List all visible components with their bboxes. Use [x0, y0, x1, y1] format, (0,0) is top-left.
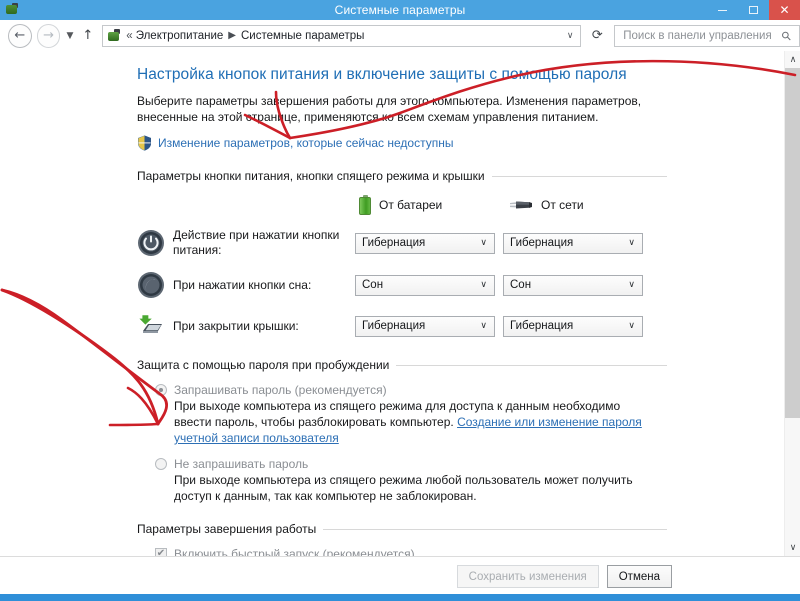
power-button-plugged-dropdown[interactable]: Гибернация ∨	[503, 232, 643, 254]
save-changes-button[interactable]: Сохранить изменения	[456, 565, 599, 588]
taskbar	[0, 594, 800, 601]
power-group-heading: Параметры кнопки питания, кнопки спящего…	[137, 169, 485, 183]
history-dropdown-button[interactable]: ▼	[66, 31, 73, 41]
lid-close-battery-dropdown[interactable]: Гибернация ∨	[355, 315, 495, 337]
cancel-button[interactable]: Отмена	[606, 565, 672, 588]
chevron-down-icon: ∨	[480, 280, 487, 290]
shutdown-group-heading: Параметры завершения работы	[137, 522, 317, 536]
battery-icon	[359, 195, 371, 215]
password-group-heading: Защита с помощью пароля при пробуждении	[137, 358, 390, 372]
column-header-battery-label: От батареи	[379, 198, 443, 212]
group-divider	[396, 364, 667, 366]
footer-buttons: Сохранить изменения Отмена	[456, 565, 672, 588]
search-box[interactable]: Поиск в панели управления ⚲	[614, 24, 800, 47]
power-setting-row: Действие при нажатии кнопки питания: Гиб…	[137, 228, 667, 258]
breadcrumb-item-0[interactable]: Электропитание	[136, 30, 224, 42]
power-options-icon	[4, 2, 20, 18]
chevron-down-icon: ∨	[480, 238, 487, 248]
uac-shield-icon	[137, 135, 152, 151]
require-password-label: Запрашивать пароль (рекомендуется)	[174, 383, 387, 397]
window-title: Системные параметры	[334, 3, 466, 17]
dropdown-value: Сон	[510, 279, 532, 291]
power-setting-row: При закрытии крышки: Гибернация ∨ Гиберн…	[137, 312, 667, 340]
window-title-bar[interactable]: Системные параметры ✕	[0, 0, 800, 20]
close-button[interactable]: ✕	[769, 0, 800, 20]
dropdown-value: Гибернация	[362, 237, 426, 249]
forward-button[interactable]: →	[36, 23, 61, 48]
no-password-description: При выходе компьютера из спящего режима …	[174, 473, 633, 503]
refresh-icon[interactable]: ⟳	[589, 28, 605, 43]
power-column-headers: От батареи От сети	[137, 195, 667, 215]
power-button-settings-group: Параметры кнопки питания, кнопки спящего…	[137, 169, 667, 340]
chevron-down-icon[interactable]: ∨	[567, 31, 574, 41]
power-setting-row: При нажатии кнопки сна: Сон ∨ Сон ∨	[137, 271, 667, 299]
change-unavailable-settings-link[interactable]: Изменение параметров, которые сейчас нед…	[158, 136, 454, 150]
search-input[interactable]: Поиск в панели управления	[623, 30, 771, 42]
back-button[interactable]: ←	[8, 23, 32, 48]
shutdown-group-heading-row: Параметры завершения работы	[137, 522, 667, 536]
maximize-icon	[749, 6, 758, 14]
column-header-plugged-label: От сети	[541, 198, 584, 212]
page-title: Настройка кнопок питания и включение защ…	[137, 66, 627, 83]
require-password-option[interactable]: Запрашивать пароль (рекомендуется)	[137, 383, 667, 397]
vertical-scrollbar[interactable]: ∧ ∨	[784, 51, 800, 556]
breadcrumb-separator-icon: ▶	[228, 30, 236, 41]
lid-close-plugged-dropdown[interactable]: Гибернация ∨	[503, 315, 643, 337]
dialog-footer: Сохранить изменения Отмена	[0, 556, 800, 595]
power-setting-label: Действие при нажатии кнопки питания:	[173, 228, 340, 257]
power-plug-icon	[507, 197, 533, 213]
breadcrumb-item-1[interactable]: Системные параметры	[241, 30, 364, 42]
dropdown-value: Гибернация	[510, 320, 574, 332]
sleep-button-plugged-dropdown[interactable]: Сон ∨	[503, 274, 643, 296]
chevron-down-icon: ∨	[628, 280, 635, 290]
password-group-heading-row: Защита с помощью пароля при пробуждении	[137, 358, 667, 372]
sleep-button-battery-dropdown[interactable]: Сон ∨	[355, 274, 495, 296]
chevron-down-icon: ∨	[480, 321, 487, 331]
navigation-bar: ← → ▼ ↑ « Электропитание ▶ Системные пар…	[0, 20, 800, 51]
column-header-plugged: От сети	[507, 195, 655, 215]
require-password-description: При выходе компьютера из спящего режима …	[137, 398, 654, 446]
fast-startup-label: Включить быстрый запуск (рекомендуется)	[174, 547, 415, 556]
close-icon: ✕	[779, 3, 790, 17]
power-group-heading-row: Параметры кнопки питания, кнопки спящего…	[137, 169, 667, 183]
maximize-button[interactable]	[738, 0, 769, 20]
breadcrumb: « Электропитание ▶ Системные параметры	[126, 30, 364, 42]
dropdown-value: Гибернация	[362, 320, 426, 332]
up-button[interactable]: ↑	[82, 28, 93, 43]
minimize-icon	[718, 9, 727, 11]
window-controls: ✕	[707, 0, 800, 20]
laptop-lid-icon	[137, 312, 165, 340]
address-bar[interactable]: « Электропитание ▶ Системные параметры ∨	[102, 24, 582, 47]
power-button-battery-dropdown[interactable]: Гибернация ∨	[355, 232, 495, 254]
no-password-label: Не запрашивать пароль	[174, 457, 309, 471]
no-password-option[interactable]: Не запрашивать пароль	[137, 457, 667, 471]
no-password-radio[interactable]	[155, 458, 167, 470]
admin-link-row[interactable]: Изменение параметров, которые сейчас нед…	[137, 135, 667, 151]
page-intro-text: Выберите параметры завершения работы для…	[137, 94, 642, 124]
chevron-down-icon: ∨	[628, 238, 635, 248]
scrollbar-thumb[interactable]	[785, 68, 800, 418]
require-password-radio[interactable]	[155, 384, 167, 396]
breadcrumb-overflow[interactable]: «	[126, 30, 132, 42]
scroll-down-arrow-icon[interactable]: ∨	[785, 539, 800, 556]
scroll-up-arrow-icon[interactable]: ∧	[785, 51, 800, 68]
power-setting-label: При нажатии кнопки сна:	[173, 277, 312, 292]
sleep-moon-icon	[137, 271, 165, 299]
minimize-button[interactable]	[707, 0, 738, 20]
fast-startup-option[interactable]: ✔ Включить быстрый запуск (рекомендуется…	[137, 547, 667, 556]
group-divider	[323, 528, 667, 530]
chevron-down-icon: ∨	[628, 321, 635, 331]
dropdown-value: Гибернация	[510, 237, 574, 249]
search-icon: ⚲	[778, 27, 795, 44]
shutdown-settings-group: Параметры завершения работы ✔ Включить б…	[137, 522, 667, 556]
dropdown-value: Сон	[362, 279, 384, 291]
content-area: Настройка кнопок питания и включение защ…	[0, 51, 800, 556]
power-setting-label: При закрытии крышки:	[173, 318, 299, 333]
address-power-options-icon	[106, 28, 122, 43]
password-protection-group: Защита с помощью пароля при пробуждении …	[137, 358, 667, 504]
fast-startup-checkbox[interactable]: ✔	[155, 548, 167, 556]
column-header-battery: От батареи	[359, 195, 507, 215]
power-button-icon	[137, 229, 165, 257]
group-divider	[491, 175, 667, 177]
